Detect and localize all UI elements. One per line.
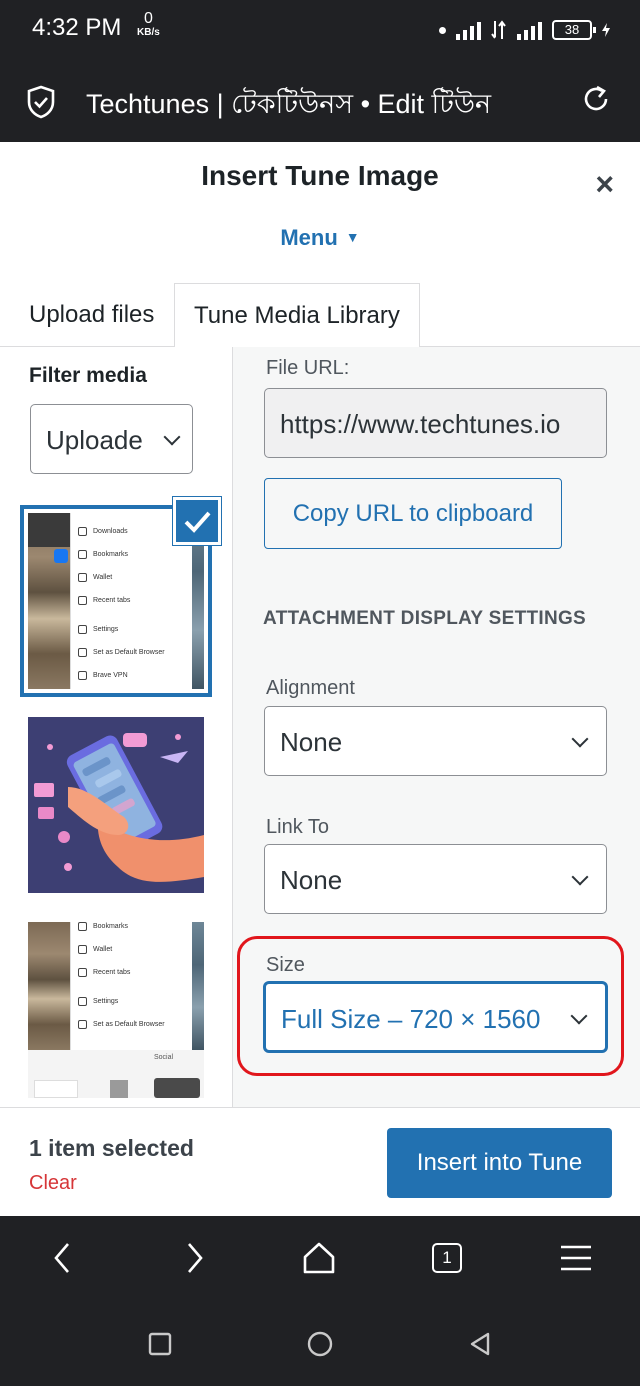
download-icon (78, 527, 87, 536)
file-url-label: File URL: (266, 357, 350, 379)
thumbnail-photo-edge (192, 922, 204, 1050)
file-url-field[interactable]: https://www.techtunes.io (264, 388, 607, 458)
clear-selection-link[interactable]: Clear (29, 1172, 77, 1195)
wallet-icon (78, 573, 87, 582)
menu-label: Menu (280, 225, 338, 250)
media-thumbnail-3[interactable]: Bookmarks Wallet Recent tabs Settings Se… (28, 922, 204, 1098)
tabs-count: 1 (432, 1243, 462, 1273)
phone-illustration (28, 717, 204, 893)
thumb-menu-item: Set as Default Browser (78, 648, 165, 657)
thumbnail-dark-area (28, 513, 70, 547)
home-circle-icon[interactable] (304, 1328, 336, 1360)
wallet-icon (78, 945, 87, 954)
alignment-value: None (280, 727, 343, 757)
tabs-icon (78, 968, 87, 977)
menu-toggle[interactable]: Menu ▼ (0, 225, 640, 251)
tab-media-library[interactable]: Tune Media Library (174, 283, 420, 348)
network-speed: 0 KB/s (137, 10, 160, 40)
chevron-down-icon (571, 730, 589, 748)
filter-media-select[interactable]: Uploade (30, 404, 193, 474)
selected-check-icon[interactable] (173, 497, 221, 545)
thumb-menu-item: Bookmarks (78, 922, 128, 931)
modal-title: Insert Tune Image (201, 160, 439, 191)
signal-icon (456, 20, 481, 40)
network-speed-unit: KB/s (137, 27, 160, 38)
copy-url-button[interactable]: Copy URL to clipboard (264, 478, 562, 549)
media-tabs: Upload files Tune Media Library (0, 283, 640, 348)
gear-icon (78, 625, 87, 634)
thumbnail-photo-strip (28, 922, 70, 1050)
filter-media-label: Filter media (29, 364, 147, 387)
thumb-menu-item: Recent tabs (78, 968, 130, 977)
hamburger-menu-icon[interactable] (556, 1238, 596, 1278)
recents-icon[interactable] (144, 1328, 176, 1360)
thumb-menu-item: Bookmarks (78, 550, 128, 559)
chevron-down-icon (163, 428, 181, 446)
reload-icon[interactable] (580, 83, 612, 115)
browser-icon (78, 648, 87, 657)
insert-into-tune-button[interactable]: Insert into Tune (387, 1128, 612, 1198)
tab-upload-files[interactable]: Upload files (29, 283, 154, 347)
battery-icon: 38 (552, 20, 596, 40)
link-to-label: Link To (266, 816, 330, 838)
thumb-menu-item: Recent tabs (78, 596, 130, 605)
caret-down-icon: ▼ (345, 229, 360, 245)
facebook-icon (54, 549, 68, 563)
notification-dot-icon (439, 26, 446, 34)
back-triangle-icon[interactable] (464, 1328, 496, 1360)
alignment-label: Alignment (266, 677, 355, 699)
signal-icon-2 (517, 20, 542, 40)
gear-icon (78, 997, 87, 1006)
back-icon[interactable] (44, 1238, 84, 1278)
browser-toolbar: Techtunes | টেকটিউনস • Edit টিউন (0, 60, 640, 142)
display-settings-heading: ATTACHMENT DISPLAY SETTINGS (263, 608, 587, 629)
status-icons: 38 (439, 18, 610, 42)
filter-media-value: Uploade (46, 425, 143, 455)
thumbnail-menu-card: Bookmarks Wallet Recent tabs Settings Se… (70, 922, 192, 1050)
size-highlight-annotation (237, 936, 624, 1076)
system-navigation (0, 1302, 640, 1386)
status-bar: 4:32 PM 0 KB/s 38 (0, 0, 640, 60)
vpn-icon (78, 671, 87, 680)
browser-navigation: 1 (0, 1216, 640, 1302)
tabs-count-button[interactable]: 1 (427, 1238, 467, 1278)
shield-icon[interactable] (26, 85, 56, 119)
network-speed-value: 0 (143, 10, 153, 27)
bookmark-icon (78, 922, 87, 931)
home-icon[interactable] (299, 1238, 339, 1278)
media-grid-pane: Filter media Uploade Downloads Bookmarks… (0, 347, 232, 1107)
thumb-menu-item: Settings (78, 625, 118, 634)
media-thumbnail-2[interactable] (28, 717, 204, 893)
thumb-menu-item: Settings (78, 997, 118, 1006)
thumbnail-social-row: Social (28, 1050, 204, 1098)
media-toolbar: 1 item selected Clear Insert into Tune (0, 1107, 640, 1216)
forward-icon[interactable] (173, 1238, 213, 1278)
alignment-select[interactable]: None (264, 706, 607, 776)
page: 4:32 PM 0 KB/s 38 Techtunes | টেকটিউনস •… (0, 0, 640, 1386)
selection-count: 1 item selected (29, 1135, 194, 1161)
bookmark-icon (78, 550, 87, 559)
close-icon[interactable]: × (595, 166, 614, 203)
data-transfer-icon (491, 20, 506, 39)
link-to-value: None (280, 865, 343, 895)
thumb-menu-item: Downloads (78, 527, 128, 536)
thumb-menu-item: Set as Default Browser (78, 1020, 165, 1029)
thumb-menu-item: Wallet (78, 945, 112, 954)
thumb-menu-item: Brave VPN (78, 671, 128, 680)
social-label: Social (154, 1054, 174, 1061)
status-time: 4:32 PM (32, 14, 122, 41)
tabs-icon (78, 596, 87, 605)
charging-icon (602, 23, 610, 37)
chevron-down-icon (571, 868, 589, 886)
browser-page-title[interactable]: Techtunes | টেকটিউনস • Edit টিউন (86, 84, 491, 129)
thumb-menu-item: Wallet (78, 573, 112, 582)
link-to-select[interactable]: None (264, 844, 607, 914)
browser-icon (78, 1020, 87, 1029)
